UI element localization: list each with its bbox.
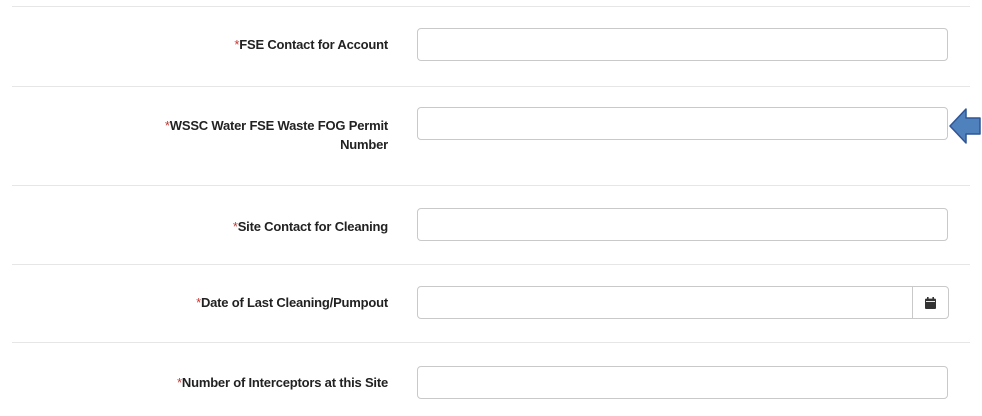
- site-contact-label: *Site Contact for Cleaning: [232, 219, 388, 234]
- fse-contact-label: *FSE Contact for Account: [234, 37, 388, 52]
- divider: [12, 185, 970, 186]
- divider: [12, 264, 970, 265]
- interceptor-count-input[interactable]: [417, 366, 948, 399]
- interceptor-count-label: *Number of Interceptors at this Site: [177, 375, 388, 390]
- last-cleaning-date-label: *Date of Last Cleaning/Pumpout: [196, 295, 388, 310]
- divider: [12, 86, 970, 87]
- permit-number-label: *WSSC Water FSE Waste FOG Permit Number: [164, 118, 388, 152]
- calendar-icon: [925, 296, 936, 309]
- divider: [12, 6, 970, 7]
- left-arrow-icon: [949, 108, 981, 144]
- calendar-button[interactable]: [912, 286, 949, 319]
- site-contact-input[interactable]: [417, 208, 948, 241]
- fse-contact-input[interactable]: [417, 28, 948, 61]
- permit-number-input[interactable]: [417, 107, 948, 140]
- form-container: *FSE Contact for Account *WSSC Water FSE…: [0, 0, 982, 416]
- divider: [12, 342, 970, 343]
- last-cleaning-date-input[interactable]: [417, 286, 913, 319]
